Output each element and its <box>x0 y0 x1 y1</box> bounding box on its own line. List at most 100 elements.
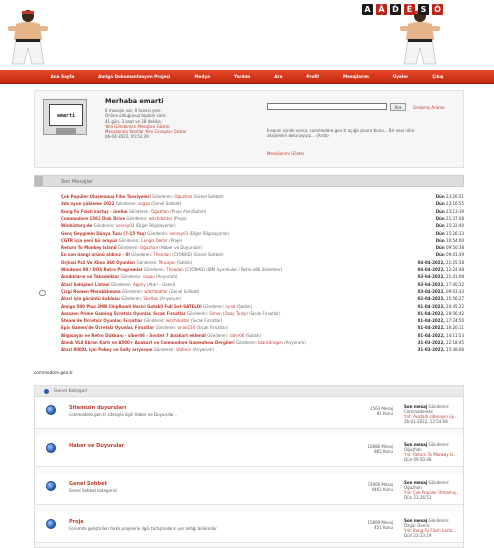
post-by-label: Gönderen: <box>153 347 175 353</box>
post-author-link[interactable]: Sheltox <box>143 296 158 301</box>
nav-home[interactable]: Ana Sayfa <box>39 74 87 79</box>
post-title-link[interactable]: Amazon Prime Gaming Ücretsiz Oyunlar, Sı… <box>61 311 186 316</box>
recent-posts-title: Son Mesajlar <box>61 179 93 185</box>
post-date: Dün 23:13:19 <box>436 209 464 214</box>
post-author-link[interactable]: witchdoktor <box>149 216 173 221</box>
nav-media[interactable]: Medya <box>182 74 222 79</box>
post-date-time: 14:11:53 <box>446 332 464 338</box>
post-title-link[interactable]: Anıdıkların ve Takasbiklar <box>61 274 119 279</box>
post-author-link[interactable]: sogaa <box>143 274 155 279</box>
board-description: commodore.gen.tr sitesiyle ilgili Haber … <box>69 412 178 417</box>
post-board-label: (Arıyorum) <box>192 347 214 353</box>
nav-members[interactable]: Üyeler <box>381 74 420 79</box>
post-title-link[interactable]: Bilgisayar ve Retro Dükkanı - siber06 - … <box>61 333 206 338</box>
board-name-link[interactable]: Genel Sohbet <box>69 481 107 487</box>
nav-profile[interactable]: Profil <box>294 74 331 79</box>
post-author-link[interactable]: Oğuzhan <box>151 209 169 214</box>
post-author-link[interactable]: sogaa <box>138 201 150 206</box>
post-date: Dün 15:32:40 <box>436 223 464 228</box>
post-date-day: 31-03-2022, <box>417 340 445 345</box>
post-author-link[interactable]: Oğuzhan <box>174 194 192 199</box>
post-title-link[interactable]: Genç Geygimin Dünya Turu (7-15 Yaş) <box>61 231 146 236</box>
board-name-link[interactable]: Sitemizin duyuruları <box>69 405 126 411</box>
post-title-link[interactable]: Amiga 500 Plus 2MB ChipRamli Harici Gote… <box>61 304 202 309</box>
post-author-link[interactable]: Theodan <box>166 267 183 272</box>
avatar[interactable]: emarti <box>43 99 87 135</box>
recent-posts-header[interactable]: Son Mesajlar <box>34 175 464 187</box>
post-date-time: 17:24:50 <box>446 318 464 324</box>
nav-help[interactable]: Yardım <box>222 74 262 79</box>
post-author-link[interactable]: Volbron <box>176 347 191 352</box>
nav-search[interactable]: Ara <box>262 74 294 79</box>
search-button[interactable]: Ara <box>390 103 406 111</box>
post-board-label: (Proje Alım/Satım) <box>170 208 207 214</box>
nav-amiga-docs[interactable]: Amiga Dokumantasyon Projesi <box>86 74 182 79</box>
post-author-link[interactable]: witchdoktor <box>144 289 168 294</box>
user-info: Merhaba emarti 6 mesajın var, 0 tanesi y… <box>105 98 275 140</box>
post-author-link[interactable]: Theodan <box>153 252 170 257</box>
post-title-link[interactable]: CGTR için yeni bir arayüz <box>61 238 117 243</box>
recent-post-row: Epic Games'de Ücretsiz Oyunlar, Fırsatla… <box>61 325 464 331</box>
post-title-link[interactable]: 3ds oyun yükleme 2022 <box>61 201 114 206</box>
post-by-label: Gönderen: <box>128 208 150 214</box>
post-author-link[interactable]: blackdragon <box>258 340 283 345</box>
post-date-day: Dün <box>435 215 445 221</box>
post-author-link[interactable]: Cengiz Demir <box>141 238 168 243</box>
post-title-link[interactable]: En son hangi ürünü aldınız - III <box>61 252 130 257</box>
advanced-search-link[interactable]: Gelişmiş Arama <box>413 105 444 110</box>
post-title-link[interactable]: Atari için görüntü kablosu <box>61 296 120 301</box>
post-author-link[interactable]: Oğuzhan <box>140 245 158 250</box>
logo-letter: Ê <box>404 4 415 15</box>
recent-post-row: Amiga 500 Plus 2MB ChipRamli Harici Gote… <box>61 304 464 310</box>
post-date-time: 21:37:08 <box>446 215 464 221</box>
post-board-label: (Arıyorum) <box>159 296 182 302</box>
post-title-link[interactable]: Atari Sahipleri Listesi <box>61 282 110 287</box>
post-author-link[interactable]: oersoy03 <box>170 231 189 236</box>
post-board-label: (Proje) <box>169 237 183 243</box>
board-name-link[interactable]: Haber ve Duyurular <box>69 443 124 449</box>
post-author-link[interactable]: runal <box>225 304 235 309</box>
board-name-link[interactable]: Proje <box>69 519 84 525</box>
board-description: Forumda geliştirilen farklı projelerle i… <box>69 526 218 531</box>
post-title-link[interactable]: Steam'de Ücretsiz Oyunlar, Fırsatlar <box>61 318 142 323</box>
post-board-label: (Diğer Bilgisayarlar) <box>189 230 230 236</box>
post-date-time: 23:26:51 <box>446 194 464 199</box>
post-date-time: 10:54:00 <box>446 237 464 243</box>
post-author-link[interactable]: Simon (Ozay Tualy) <box>209 311 248 316</box>
post-title-link[interactable]: Return To Monkey Island <box>61 245 117 250</box>
post-title-link[interactable]: Çizgi Romen Merakklımma <box>61 289 121 294</box>
post-board-label: (Genel Sohbet) <box>151 201 182 207</box>
user-panel: emarti Merhaba emarti 6 mesajın var, 0 t… <box>34 90 464 168</box>
site-link[interactable]: commodore.gen.tr <box>34 370 73 375</box>
post-title-link[interactable]: Çok Popüler Oluşmamış Film Tavsiyeleri <box>61 194 151 199</box>
recent-post-row: Winhistory.de Gönderen: oersoy03 (Diğer … <box>61 223 464 229</box>
search-input[interactable] <box>267 103 387 110</box>
post-title-link[interactable]: Kung Fu Flash kartuş - ürelim <box>61 209 128 214</box>
post-author-link[interactable]: oersoy03 <box>116 223 135 228</box>
post-title-link[interactable]: Atari 800XL için Pokey ve Sally arıyorum <box>61 347 153 352</box>
post-title-link[interactable]: Orjinal Ps2 Ve Xbox 360 Oyunları <box>61 260 135 265</box>
post-title-link[interactable]: Epic Games'de Ücretsiz Oyunlar, Fırsatla… <box>61 325 154 330</box>
category-header[interactable]: Genel Kategori <box>35 386 463 397</box>
post-title-link[interactable]: Alınık VL8 Ekran Kartı ve A500+ Anakart … <box>61 340 235 345</box>
post-board-label: (Satılık) <box>236 303 253 309</box>
collapse-icon[interactable] <box>44 389 49 394</box>
post-title-link[interactable]: Commodore 1581 Disk Drive <box>61 216 125 221</box>
nav-messages[interactable]: Mesajlarım <box>331 74 381 79</box>
nav-logout[interactable]: Çıkış <box>420 74 455 79</box>
post-author-link[interactable]: Musajan <box>159 260 176 265</box>
post-by-label: Gönderen: <box>144 267 165 272</box>
post-author-link[interactable]: Agony <box>133 282 146 287</box>
post-author-link[interactable]: siber06 <box>229 333 244 338</box>
post-date-day: 01-04-2022, <box>417 310 445 316</box>
post-title-link[interactable]: Windows 98 / DOS Retro Programlar <box>61 267 143 272</box>
post-author-link[interactable]: witchdoktor <box>166 318 190 323</box>
avatar-base <box>56 128 76 134</box>
post-title-link[interactable]: Winhistory.de <box>61 223 92 228</box>
show-my-messages-link[interactable]: Mesajlarımı Göster <box>267 151 304 156</box>
post-by-label: Gönderen: <box>121 296 143 302</box>
post-author-link[interactable]: onae234 <box>178 325 196 330</box>
post-date-day: 04-04-2022, <box>417 267 445 272</box>
header-banner: A Ǎ Ď Ê S Ô <box>0 0 494 70</box>
last-post-date: Dün 23:26:51 <box>404 495 432 500</box>
